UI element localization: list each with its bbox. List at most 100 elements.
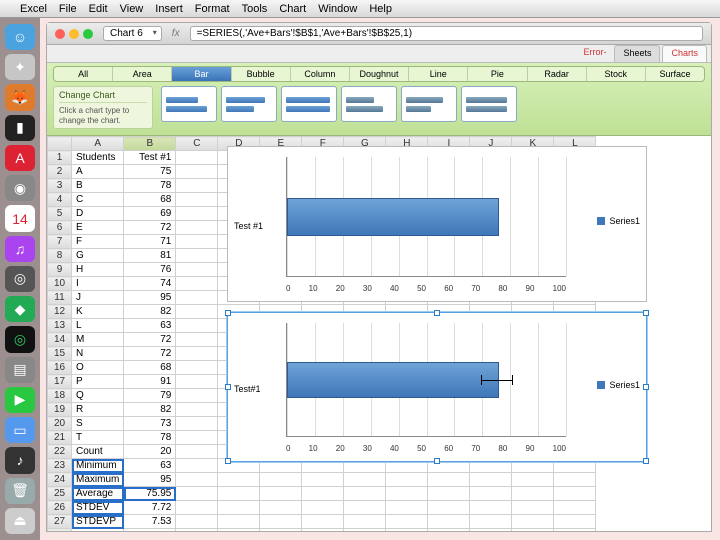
- cell-C8[interactable]: [176, 249, 218, 263]
- cell-B17[interactable]: 91: [124, 375, 176, 389]
- tab-sheets[interactable]: Sheets: [614, 45, 660, 62]
- menu-excel[interactable]: Excel: [20, 3, 47, 15]
- cell-C19[interactable]: [176, 403, 218, 417]
- activity-icon[interactable]: ▤: [5, 357, 35, 383]
- cell-A12[interactable]: K: [72, 305, 124, 319]
- cell-B18[interactable]: 79: [124, 389, 176, 403]
- acrobat-icon[interactable]: A: [5, 145, 35, 171]
- cell-A9[interactable]: H: [72, 263, 124, 277]
- chart-type-area[interactable]: Area: [113, 67, 172, 81]
- cell-H25[interactable]: [386, 487, 428, 501]
- cell-A3[interactable]: B: [72, 179, 124, 193]
- close-icon[interactable]: [55, 29, 65, 39]
- cell-A8[interactable]: G: [72, 249, 124, 263]
- chart-type-doughnut[interactable]: Doughnut: [350, 67, 409, 81]
- cell-B13[interactable]: 63: [124, 319, 176, 333]
- cell-C3[interactable]: [176, 179, 218, 193]
- cell-G27[interactable]: [344, 515, 386, 529]
- row-header-20[interactable]: 20: [48, 417, 72, 431]
- chart-type-line[interactable]: Line: [409, 67, 468, 81]
- zoom-icon[interactable]: [83, 29, 93, 39]
- monitor-icon[interactable]: ▭: [5, 417, 35, 443]
- cell-C26[interactable]: [176, 501, 218, 515]
- cell-I27[interactable]: [428, 515, 470, 529]
- menu-tools[interactable]: Tools: [242, 3, 268, 15]
- cell-A11[interactable]: J: [72, 291, 124, 305]
- cell-E25[interactable]: [260, 487, 302, 501]
- cell-B9[interactable]: 76: [124, 263, 176, 277]
- cell-C7[interactable]: [176, 235, 218, 249]
- row-header-26[interactable]: 26: [48, 501, 72, 515]
- cell-E24[interactable]: [260, 473, 302, 487]
- cell-D26[interactable]: [218, 501, 260, 515]
- row-header-10[interactable]: 10: [48, 277, 72, 291]
- cell-A27[interactable]: STDEVP: [72, 515, 124, 529]
- cell-A22[interactable]: Count: [72, 445, 124, 459]
- bar-subtype-2[interactable]: [221, 86, 277, 122]
- cell-A21[interactable]: T: [72, 431, 124, 445]
- cell-L27[interactable]: [554, 515, 596, 529]
- cell-E26[interactable]: [260, 501, 302, 515]
- cell-B23[interactable]: 63: [124, 459, 176, 473]
- cell-A10[interactable]: I: [72, 277, 124, 291]
- cell-A20[interactable]: S: [72, 417, 124, 431]
- cell-H26[interactable]: [386, 501, 428, 515]
- resize-handle-n[interactable]: [434, 310, 440, 316]
- cell-B19[interactable]: 82: [124, 403, 176, 417]
- cell-A15[interactable]: N: [72, 347, 124, 361]
- cell-K25[interactable]: [512, 487, 554, 501]
- row-header-6[interactable]: 6: [48, 221, 72, 235]
- cell-C11[interactable]: [176, 291, 218, 305]
- fx-label[interactable]: fx: [172, 28, 180, 39]
- menu-file[interactable]: File: [59, 3, 77, 15]
- cell-B2[interactable]: 75: [124, 165, 176, 179]
- cell-I24[interactable]: [428, 473, 470, 487]
- cell-L25[interactable]: [554, 487, 596, 501]
- cell-C18[interactable]: [176, 389, 218, 403]
- chart-type-all[interactable]: All: [54, 67, 113, 81]
- chart-type-bubble[interactable]: Bubble: [232, 67, 291, 81]
- cell-C27[interactable]: [176, 515, 218, 529]
- row-header-13[interactable]: 13: [48, 319, 72, 333]
- cell-B25[interactable]: 75.95: [124, 487, 176, 501]
- cell-B1[interactable]: Test #1: [124, 151, 176, 165]
- row-header-8[interactable]: 8: [48, 249, 72, 263]
- cell-A14[interactable]: M: [72, 333, 124, 347]
- cell-L26[interactable]: [554, 501, 596, 515]
- cell-A16[interactable]: O: [72, 361, 124, 375]
- green-app-icon[interactable]: ◆: [5, 296, 35, 322]
- cell-D27[interactable]: [218, 515, 260, 529]
- cell-C2[interactable]: [176, 165, 218, 179]
- chart-1-bar[interactable]: [287, 198, 499, 236]
- cell-C6[interactable]: [176, 221, 218, 235]
- row-header-21[interactable]: 21: [48, 431, 72, 445]
- tab-charts[interactable]: Charts: [662, 45, 707, 62]
- facetime-icon[interactable]: ▶: [5, 387, 35, 413]
- bar-subtype-6[interactable]: [461, 86, 517, 122]
- cell-C13[interactable]: [176, 319, 218, 333]
- cell-K26[interactable]: [512, 501, 554, 515]
- cell-A23[interactable]: Minimum: [72, 459, 124, 473]
- col-header-B[interactable]: B: [124, 137, 176, 151]
- cell-C14[interactable]: [176, 333, 218, 347]
- row-header-17[interactable]: 17: [48, 375, 72, 389]
- cell-A5[interactable]: D: [72, 207, 124, 221]
- cell-D25[interactable]: [218, 487, 260, 501]
- chart-type-column[interactable]: Column: [291, 67, 350, 81]
- bar-subtype-4[interactable]: [341, 86, 397, 122]
- cell-C23[interactable]: [176, 459, 218, 473]
- bar-subtype-5[interactable]: [401, 86, 457, 122]
- cell-H24[interactable]: [386, 473, 428, 487]
- row-header-11[interactable]: 11: [48, 291, 72, 305]
- cell-K24[interactable]: [512, 473, 554, 487]
- cell-C20[interactable]: [176, 417, 218, 431]
- row-header-9[interactable]: 9: [48, 263, 72, 277]
- chart-type-surface[interactable]: Surface: [646, 67, 704, 81]
- row-header-19[interactable]: 19: [48, 403, 72, 417]
- cell-B26[interactable]: 7.72: [124, 501, 176, 515]
- cell-C12[interactable]: [176, 305, 218, 319]
- cell-D28[interactable]: [218, 529, 260, 531]
- cell-I25[interactable]: [428, 487, 470, 501]
- menu-format[interactable]: Format: [195, 3, 230, 15]
- cell-A13[interactable]: L: [72, 319, 124, 333]
